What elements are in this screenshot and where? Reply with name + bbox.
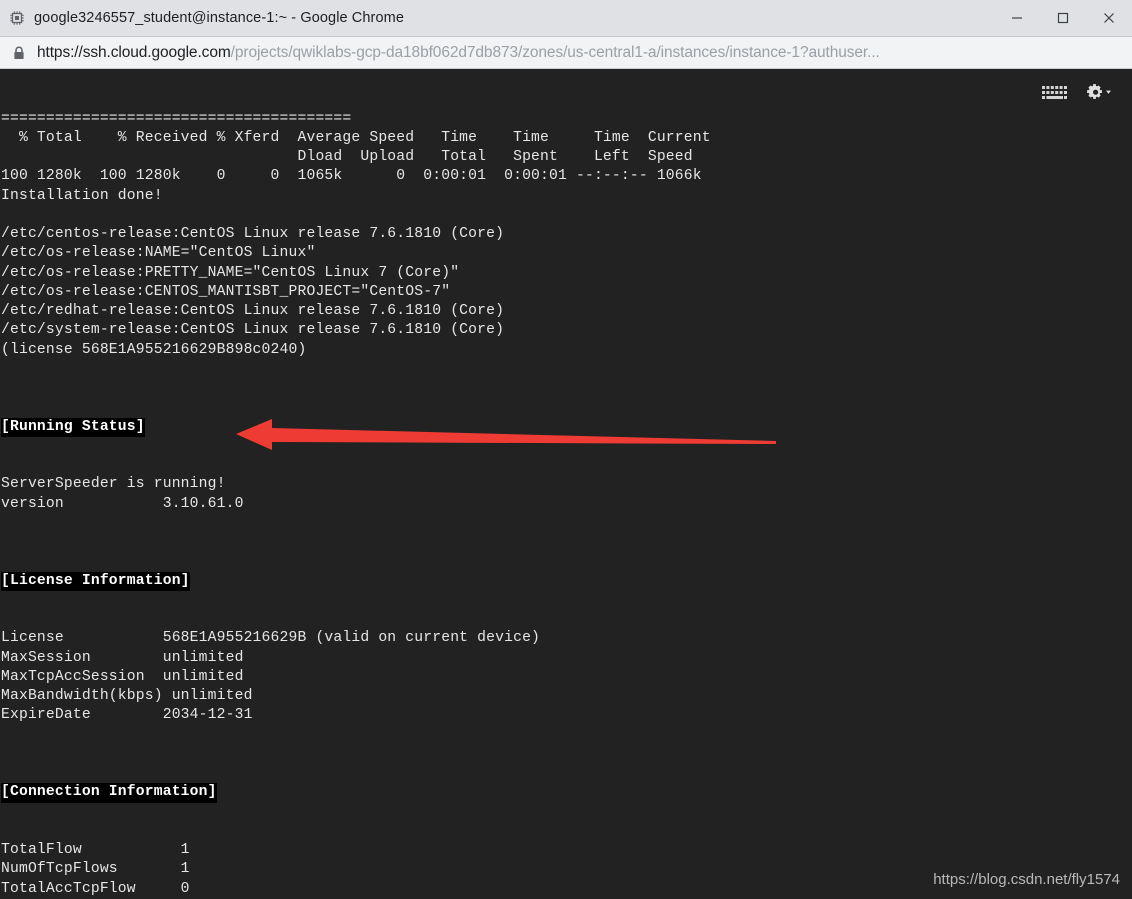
connection-information-header: [Connection Information] (1, 783, 217, 803)
maximize-button[interactable] (1040, 0, 1086, 36)
window-controls (994, 0, 1132, 36)
ssh-terminal[interactable]: ======================================= … (0, 69, 1132, 898)
terminal-block-header-output: ======================================= … (1, 110, 711, 358)
chevron-down-icon (1106, 90, 1111, 94)
close-button[interactable] (1086, 0, 1132, 36)
section-connection-information: [Connection Information] (1, 783, 711, 803)
watermark-text: https://blog.csdn.net/fly1574 (933, 871, 1120, 888)
chip-icon (9, 10, 25, 26)
window-title: google3246557_student@instance-1:~ - Goo… (34, 10, 404, 26)
url-host: https://ssh.cloud.google.com (37, 43, 231, 61)
url-path: /projects/qwiklabs-gcp-da18bf062d7db873/… (230, 43, 880, 61)
minimize-button[interactable] (994, 0, 1040, 36)
window-titlebar: google3246557_student@instance-1:~ - Goo… (0, 0, 1132, 37)
keyboard-icon[interactable] (1042, 84, 1068, 102)
address-bar-url: https://ssh.cloud.google.com/projects/qw… (37, 44, 880, 62)
running-status-rows: ServerSpeeder is running! version 3.10.6… (1, 476, 244, 512)
section-running-status: [Running Status] (1, 417, 711, 437)
chrome-ssh-window: google3246557_student@instance-1:~ - Goo… (0, 0, 1132, 899)
section-license-information: [License Information] (1, 571, 711, 591)
gear-icon[interactable] (1086, 83, 1116, 103)
terminal-output: ======================================= … (1, 71, 711, 898)
lock-icon (13, 46, 25, 60)
address-bar[interactable]: https://ssh.cloud.google.com/projects/qw… (0, 37, 1132, 69)
license-information-rows: License 568E1A955216629B (valid on curre… (1, 630, 541, 724)
running-status-header: [Running Status] (1, 417, 145, 437)
connection-information-rows: TotalFlow 1 NumOfTcpFlows 1 TotalAccTcpF… (1, 842, 190, 897)
license-information-header: [License Information] (1, 571, 190, 591)
terminal-toolbar (1042, 83, 1116, 103)
